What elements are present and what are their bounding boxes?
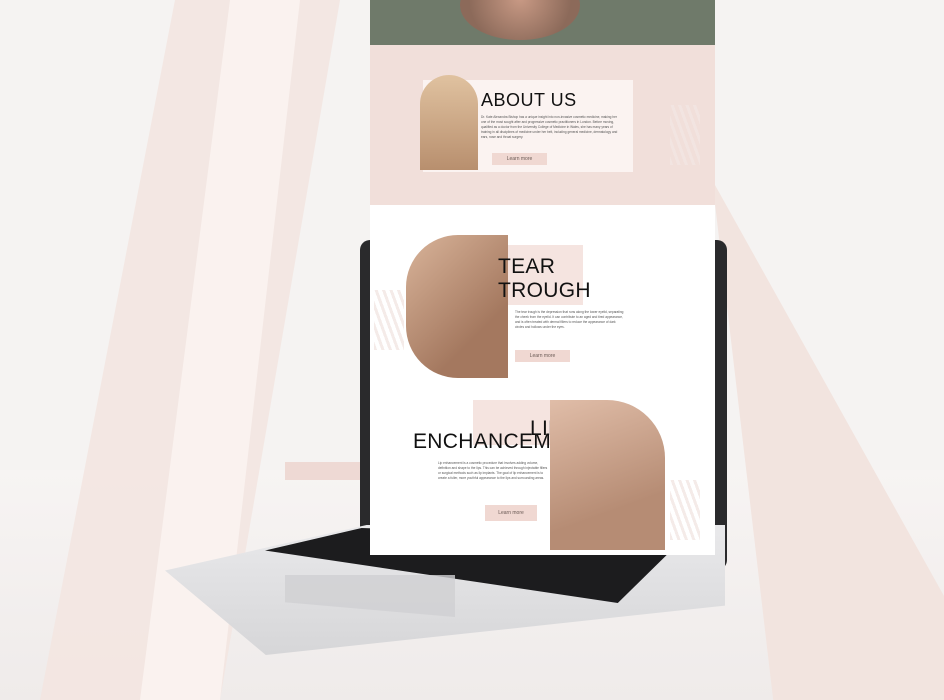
decor-pattern xyxy=(670,480,700,540)
lip-text: Lip enhancement is a cosmetic procedure … xyxy=(438,461,548,480)
tear-learn-more-button[interactable]: Learn more xyxy=(515,350,570,362)
about-title: ABOUT US xyxy=(481,90,577,110)
lip-enhancement-photo xyxy=(550,400,665,550)
about-photo xyxy=(420,75,478,170)
lip-enhancement-section: LIP ENCHANCEMENT Lip enhancement is a co… xyxy=(370,395,715,555)
about-text: Dr. Kate Alexandra Bishop has a unique i… xyxy=(481,115,618,139)
decor-pattern xyxy=(670,105,700,165)
tear-trough-section: TEAR TROUGH The tear trough is the depre… xyxy=(370,205,715,395)
about-section: ABOUT US Dr. Kate Alexandra Bishop has a… xyxy=(370,45,715,205)
tear-text: The tear trough is the depression that r… xyxy=(515,310,624,329)
about-learn-more-button[interactable]: Learn more xyxy=(492,153,547,165)
lip-learn-more-button[interactable]: Learn more xyxy=(485,505,537,521)
decor-pattern xyxy=(374,290,404,350)
hero-banner xyxy=(370,0,715,45)
tear-title-line1: TEAR xyxy=(498,255,556,278)
tear-trough-photo xyxy=(406,235,508,378)
tear-title-line2: TROUGH xyxy=(498,279,591,302)
hero-photo xyxy=(460,0,580,40)
